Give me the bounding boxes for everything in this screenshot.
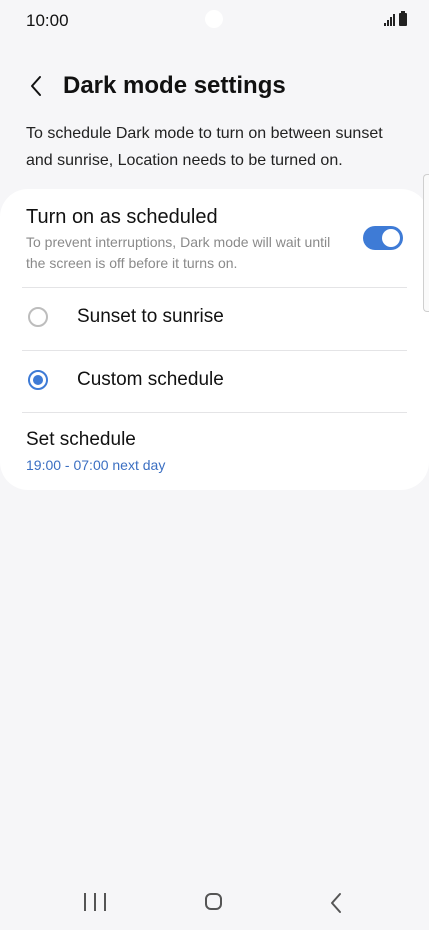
option-label: Custom schedule — [77, 369, 224, 390]
camera-cutout — [205, 10, 223, 28]
turn-on-as-scheduled-row[interactable]: Turn on as scheduled To prevent interrup… — [0, 189, 429, 287]
header: Dark mode settings — [0, 64, 429, 108]
scroll-handle[interactable] — [423, 174, 429, 312]
option-label: Sunset to sunrise — [77, 306, 224, 327]
recents-icon[interactable] — [84, 893, 106, 913]
settings-card: Turn on as scheduled To prevent interrup… — [0, 189, 429, 490]
turn-on-as-scheduled-title: Turn on as scheduled — [26, 206, 218, 228]
schedule-value: 19:00 - 07:00 next day — [26, 457, 166, 473]
set-schedule-row[interactable]: Set schedule 19:00 - 07:00 next day — [0, 413, 429, 483]
option-custom-schedule[interactable]: Custom schedule — [0, 351, 429, 413]
radio-sunset-to-sunrise[interactable] — [28, 307, 48, 327]
status-time: 10:00 — [26, 11, 69, 30]
description-text: To schedule Dark mode to turn on between… — [26, 125, 383, 169]
switch-knob — [382, 229, 400, 247]
battery-icon — [399, 11, 407, 26]
page-title: Dark mode settings — [63, 72, 286, 99]
navigation-bar — [0, 878, 429, 930]
turn-on-as-scheduled-subtitle: To prevent interruptions, Dark mode will… — [26, 234, 331, 271]
radio-custom-schedule[interactable] — [28, 370, 48, 390]
option-sunset-to-sunrise[interactable]: Sunset to sunrise — [0, 288, 429, 350]
set-schedule-title: Set schedule — [26, 429, 136, 450]
back-icon[interactable] — [326, 890, 346, 916]
signal-icon — [384, 12, 395, 26]
status-bar: 10:00 — [0, 0, 429, 44]
chevron-left-icon — [31, 76, 41, 96]
home-icon[interactable] — [205, 893, 222, 910]
back-button[interactable] — [20, 70, 52, 102]
status-icons — [384, 11, 407, 26]
scheduled-toggle-switch[interactable] — [363, 226, 403, 250]
